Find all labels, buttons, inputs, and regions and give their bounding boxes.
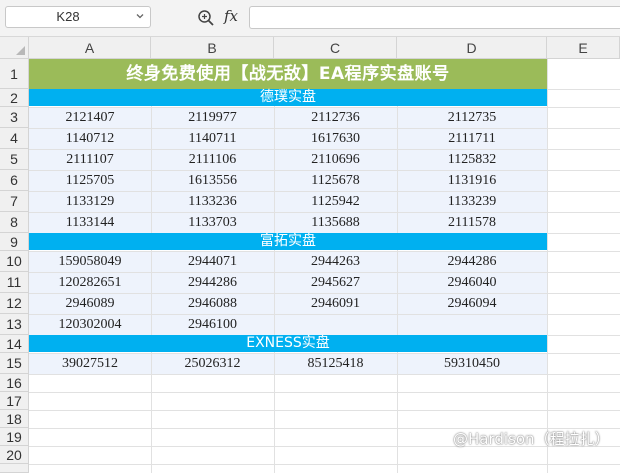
data-cell[interactable]: 1125678: [274, 170, 397, 191]
select-all-corner[interactable]: [0, 37, 29, 59]
row-header[interactable]: 5: [0, 149, 29, 170]
row-header[interactable]: 19: [0, 428, 29, 446]
data-cell[interactable]: 2112735: [397, 107, 547, 128]
data-cell[interactable]: 1613556: [151, 170, 274, 191]
watermark-text: @Hardison（程拉扎）: [453, 430, 610, 448]
section-header-cell[interactable]: 德璞实盘: [29, 89, 547, 106]
column-header-a[interactable]: A: [29, 37, 151, 59]
row-header[interactable]: 2: [0, 89, 29, 107]
row-header[interactable]: 7: [0, 191, 29, 212]
row-header[interactable]: 11: [0, 272, 29, 293]
row-header-partial[interactable]: [0, 464, 29, 473]
data-cell[interactable]: 85125418: [274, 353, 397, 374]
formula-input[interactable]: [249, 6, 620, 29]
row-header[interactable]: 16: [0, 374, 29, 392]
data-cell[interactable]: 1131916: [397, 170, 547, 191]
data-cell[interactable]: 2945627: [274, 272, 397, 293]
sheet-title-cell[interactable]: 终身免费使用【战无敌】EA程序实盘账号: [29, 59, 547, 89]
name-box-value: K28: [56, 9, 80, 24]
data-cell[interactable]: [274, 314, 397, 335]
data-cell[interactable]: 2946100: [151, 314, 274, 335]
data-cell[interactable]: 1133703: [151, 212, 274, 233]
data-cell[interactable]: 39027512: [29, 353, 151, 374]
watermark: @Hardison（程拉扎）: [435, 428, 610, 449]
data-cell[interactable]: 1140712: [29, 128, 151, 149]
data-cell[interactable]: 2946094: [397, 293, 547, 314]
data-cell[interactable]: 1133236: [151, 191, 274, 212]
data-cell[interactable]: 1617630: [274, 128, 397, 149]
data-cell[interactable]: 120302004: [29, 314, 151, 335]
spreadsheet-grid: A B C D E 1 2 3 4 5 6 7 8 9 10 11 12 13 …: [0, 37, 620, 473]
row-header[interactable]: 14: [0, 335, 29, 353]
data-cell[interactable]: 2119977: [151, 107, 274, 128]
data-cell[interactable]: 1133129: [29, 191, 151, 212]
data-cell[interactable]: 2946091: [274, 293, 397, 314]
section-header-cell[interactable]: EXNESS实盘: [29, 335, 547, 352]
data-cell[interactable]: 2112736: [274, 107, 397, 128]
row-header[interactable]: 3: [0, 107, 29, 128]
data-cell[interactable]: 2111578: [397, 212, 547, 233]
data-cell[interactable]: [397, 314, 547, 335]
row-header[interactable]: 17: [0, 392, 29, 410]
data-cell[interactable]: 2110696: [274, 149, 397, 170]
data-cell[interactable]: 1135688: [274, 212, 397, 233]
column-header-c[interactable]: C: [274, 37, 397, 59]
row-header[interactable]: 4: [0, 128, 29, 149]
row-header[interactable]: 18: [0, 410, 29, 428]
data-cell[interactable]: 2946040: [397, 272, 547, 293]
data-cell[interactable]: 120282651: [29, 272, 151, 293]
row-header[interactable]: 8: [0, 212, 29, 233]
column-header-d[interactable]: D: [397, 37, 547, 59]
data-cell[interactable]: 2946089: [29, 293, 151, 314]
row-header[interactable]: 12: [0, 293, 29, 314]
data-cell[interactable]: 25026312: [151, 353, 274, 374]
data-cell[interactable]: 2111107: [29, 149, 151, 170]
data-cell[interactable]: 2944263: [274, 251, 397, 272]
data-cell[interactable]: 1133144: [29, 212, 151, 233]
data-cell[interactable]: 2944071: [151, 251, 274, 272]
data-cell[interactable]: 159058049: [29, 251, 151, 272]
zoom-search-icon[interactable]: [197, 9, 215, 27]
data-cell[interactable]: 1125942: [274, 191, 397, 212]
data-cell[interactable]: 2946088: [151, 293, 274, 314]
data-cell[interactable]: 1125832: [397, 149, 547, 170]
row-header[interactable]: 13: [0, 314, 29, 335]
formula-bar: K28 fx: [0, 0, 620, 37]
row-header[interactable]: 20: [0, 446, 29, 464]
data-cell[interactable]: 2944286: [151, 272, 274, 293]
name-box[interactable]: K28: [5, 6, 151, 28]
data-cell[interactable]: 1133239: [397, 191, 547, 212]
row-header[interactable]: 10: [0, 251, 29, 272]
data-cell[interactable]: 2944286: [397, 251, 547, 272]
data-cell[interactable]: 1140711: [151, 128, 274, 149]
data-cell[interactable]: 1125705: [29, 170, 151, 191]
row-header[interactable]: 9: [0, 233, 29, 251]
data-cell[interactable]: 59310450: [397, 353, 547, 374]
section-header-cell[interactable]: 富拓实盘: [29, 233, 547, 250]
row-header[interactable]: 15: [0, 353, 29, 374]
column-header-b[interactable]: B: [151, 37, 274, 59]
data-cell[interactable]: 2111106: [151, 149, 274, 170]
data-cell[interactable]: 2111711: [397, 128, 547, 149]
row-header[interactable]: 1: [0, 59, 29, 89]
chevron-down-icon[interactable]: [135, 11, 145, 21]
column-header-e[interactable]: E: [547, 37, 620, 59]
platform-logo-icon: [435, 434, 449, 445]
row-header[interactable]: 6: [0, 170, 29, 191]
data-cell[interactable]: 2121407: [29, 107, 151, 128]
fx-icon[interactable]: fx: [224, 7, 238, 25]
